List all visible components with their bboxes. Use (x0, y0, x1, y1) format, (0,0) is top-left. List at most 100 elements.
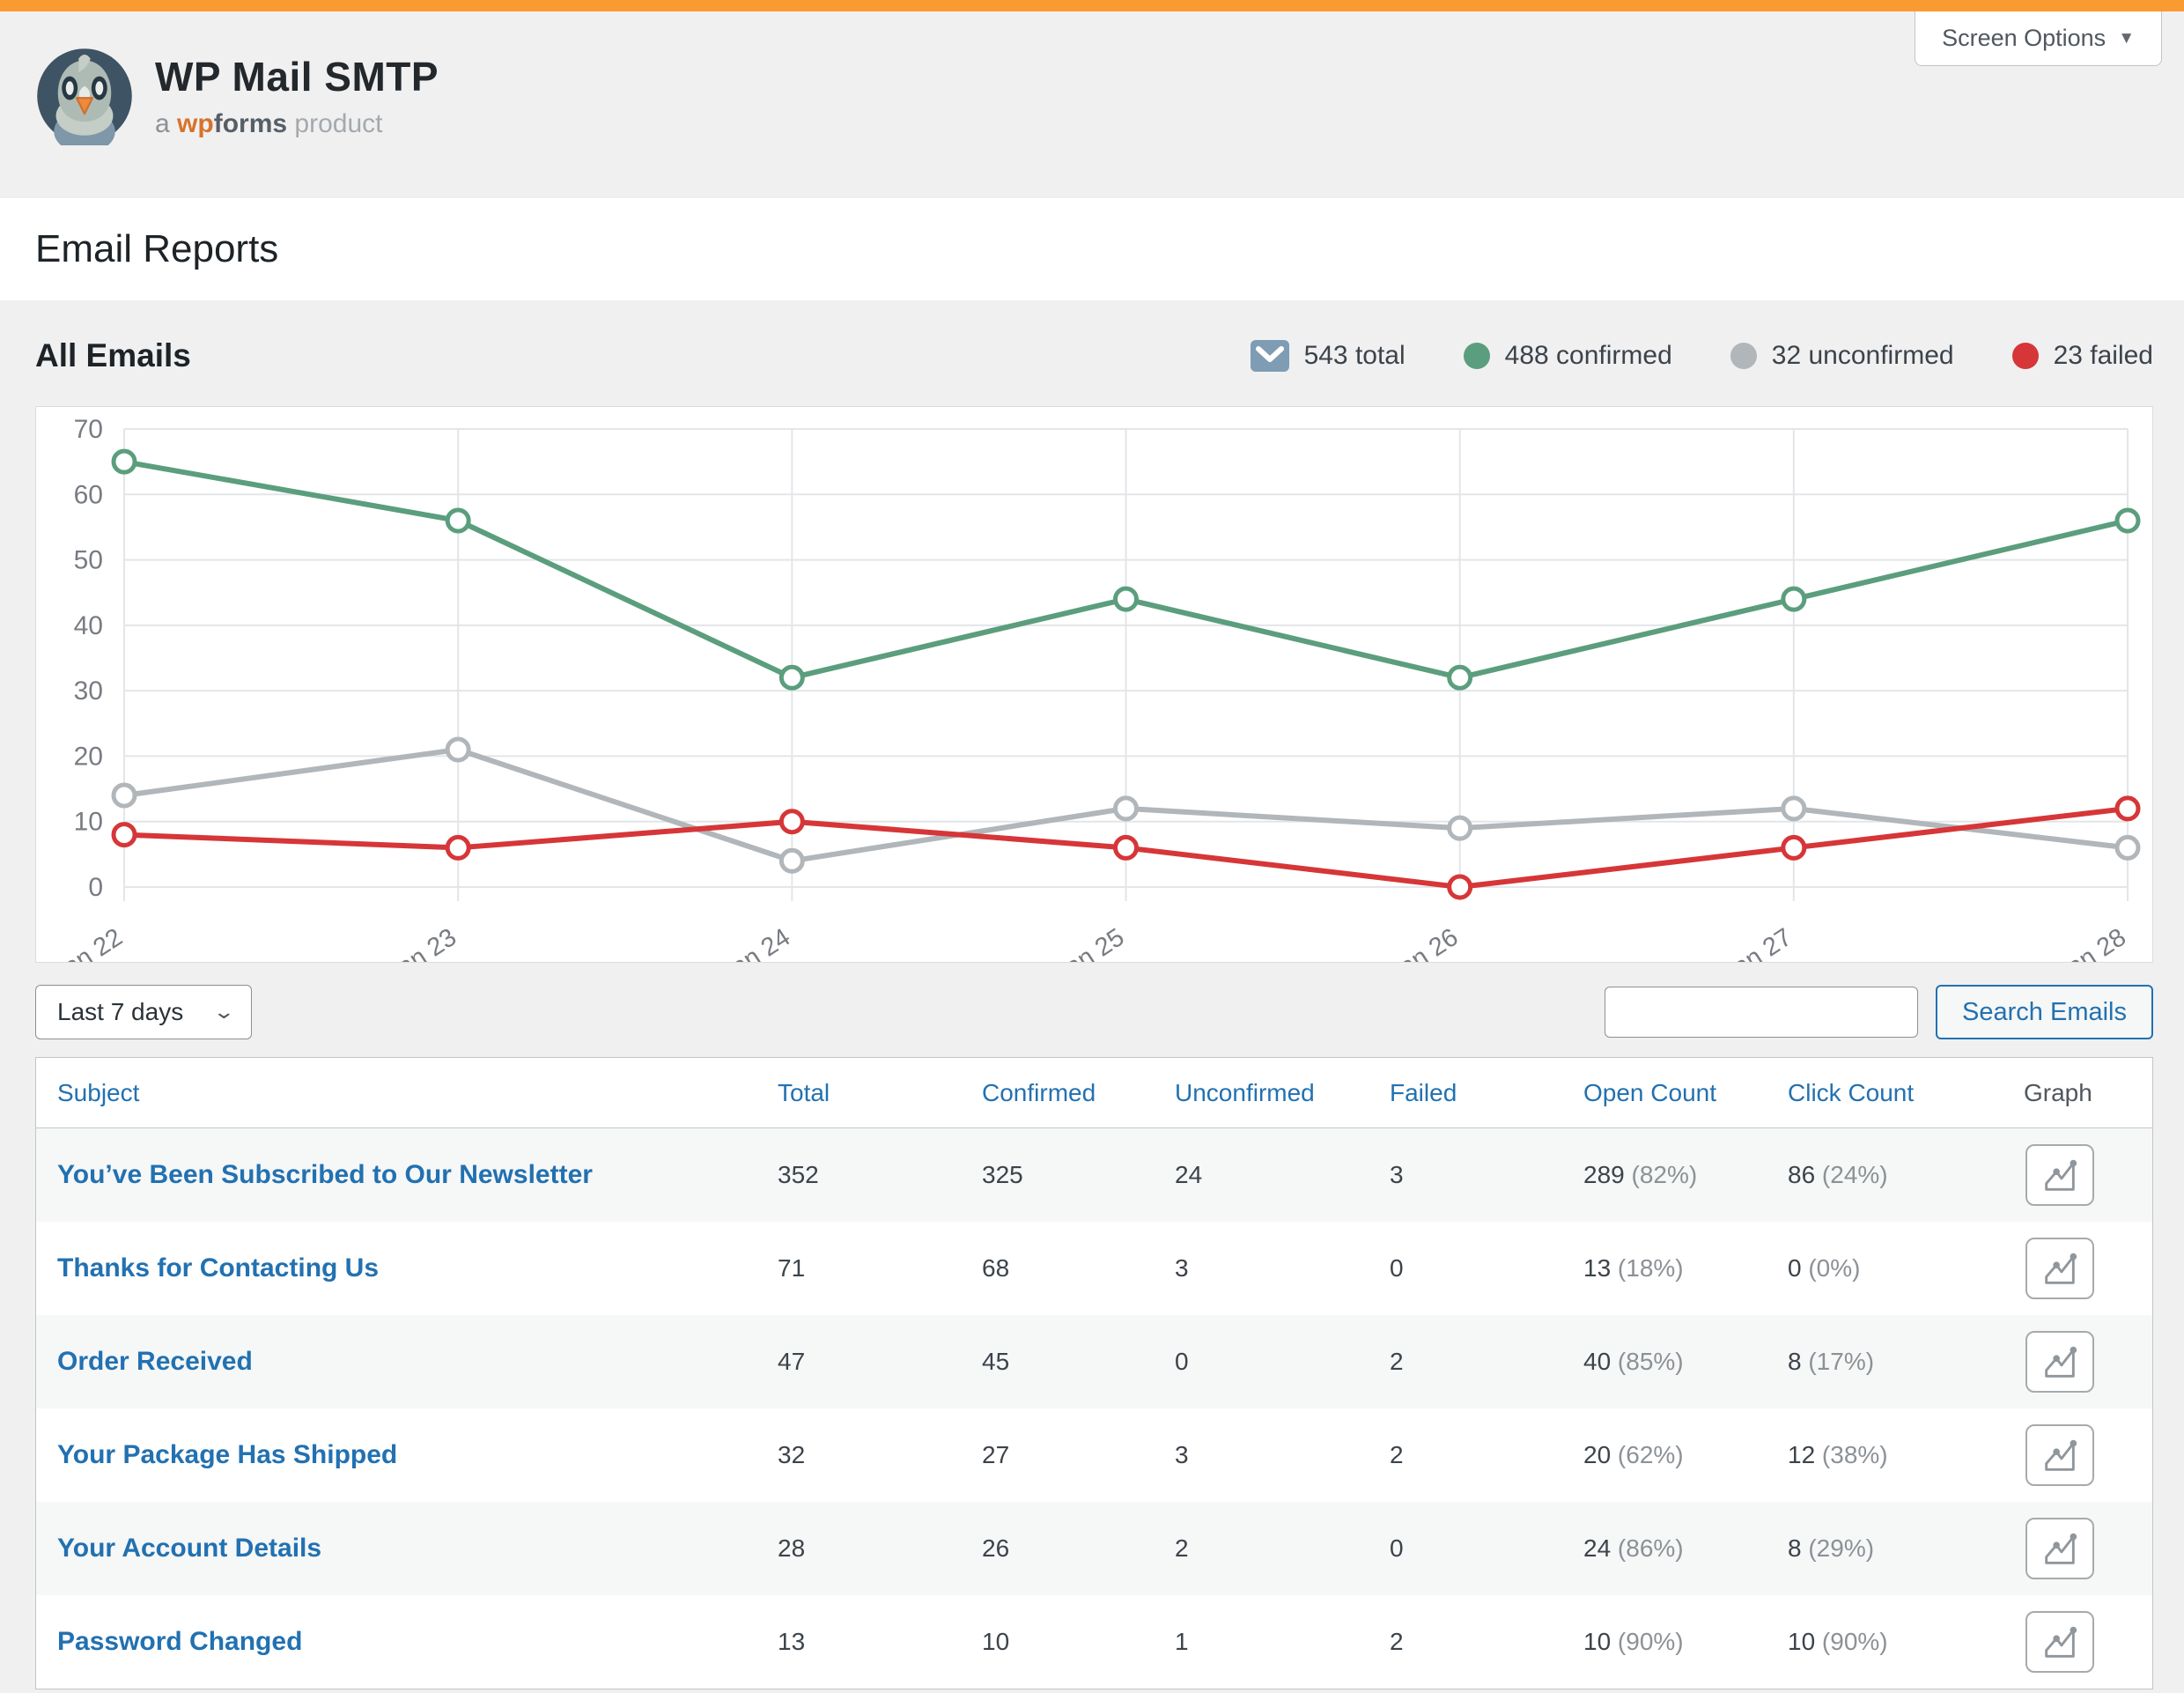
click-count-cell-percent: (17%) (1802, 1348, 1874, 1375)
failed-cell: 2 (1390, 1348, 1583, 1376)
email-subject-link[interactable]: Order Received (57, 1347, 253, 1376)
failed-cell: 0 (1390, 1534, 1583, 1563)
open-count-cell-value: 13 (1583, 1254, 1611, 1282)
total-cell: 352 (778, 1161, 982, 1189)
open-count-cell: 40 (85%) (1583, 1348, 1788, 1376)
svg-text:0: 0 (88, 873, 103, 902)
legend-item: 488 confirmed (1464, 341, 1672, 371)
click-count-cell: 8 (17%) (1788, 1348, 2024, 1376)
email-subject-link[interactable]: Your Account Details (57, 1534, 321, 1563)
search-emails-button[interactable]: Search Emails (1936, 985, 2153, 1039)
open-count-cell-value: 24 (1583, 1534, 1611, 1562)
open-count-cell: 289 (82%) (1583, 1161, 1788, 1189)
click-count-cell: 86 (24%) (1788, 1161, 2024, 1189)
open-count-cell: 24 (86%) (1583, 1534, 1788, 1563)
table-header-row: SubjectTotalConfirmedUnconfirmedFailedOp… (36, 1058, 2152, 1128)
search-emails-input[interactable] (1605, 987, 1918, 1038)
email-subject-link[interactable]: Thanks for Contacting Us (57, 1253, 379, 1283)
graph-cell (2024, 1611, 2152, 1673)
click-count-cell-value: 12 (1788, 1441, 1815, 1468)
legend-item: 32 unconfirmed (1730, 341, 1954, 371)
svg-text:70: 70 (74, 415, 103, 444)
failed-cell: 2 (1390, 1441, 1583, 1469)
svg-text:60: 60 (74, 480, 103, 509)
column-header-graph: Graph (2024, 1079, 2152, 1107)
total-cell: 28 (778, 1534, 982, 1563)
mini-chart-icon (2040, 1435, 2080, 1475)
column-header-subject[interactable]: Subject (57, 1079, 778, 1107)
subtitle-product: product (287, 109, 382, 138)
subject-cell: Your Package Has Shipped (57, 1440, 778, 1470)
graph-button[interactable] (2025, 1518, 2094, 1579)
confirmed-cell: 27 (982, 1441, 1175, 1469)
date-range-select[interactable]: Last 7 days ⌄ (35, 985, 252, 1039)
legend-label: 23 failed (2054, 341, 2153, 371)
subject-cell: Your Account Details (57, 1534, 778, 1564)
wp-mail-smtp-logo (35, 47, 134, 145)
mini-chart-icon (2040, 1342, 2080, 1382)
click-count-cell: 10 (90%) (1788, 1628, 2024, 1656)
column-header-confirmed[interactable]: Confirmed (982, 1079, 1175, 1107)
screen-options-button[interactable]: Screen Options ▼ (1915, 11, 2162, 66)
legend-item: 23 failed (2012, 341, 2153, 371)
open-count-cell: 20 (62%) (1583, 1441, 1788, 1469)
open-count-cell-value: 289 (1583, 1161, 1625, 1188)
column-header-open-count[interactable]: Open Count (1583, 1079, 1788, 1107)
chevron-down-icon: ⌄ (212, 1001, 235, 1024)
unconfirmed-cell: 3 (1175, 1441, 1390, 1469)
click-count-cell-percent: (29%) (1802, 1534, 1874, 1562)
dot-icon (1464, 343, 1490, 369)
mini-chart-icon (2040, 1155, 2080, 1195)
column-header-unconfirmed[interactable]: Unconfirmed (1175, 1079, 1390, 1107)
emails-line-chart: 010203040506070Jan 22Jan 23Jan 24Jan 25J… (36, 407, 2152, 962)
column-header-failed[interactable]: Failed (1390, 1079, 1583, 1107)
svg-text:50: 50 (74, 546, 103, 575)
graph-cell (2024, 1238, 2152, 1299)
click-count-cell: 8 (29%) (1788, 1534, 2024, 1563)
click-count-cell-percent: (0%) (1802, 1254, 1861, 1282)
column-header-total[interactable]: Total (778, 1079, 982, 1107)
column-header-click-count[interactable]: Click Count (1788, 1079, 2024, 1107)
graph-cell (2024, 1331, 2152, 1393)
confirmed-cell: 10 (982, 1628, 1175, 1656)
total-cell: 13 (778, 1628, 982, 1656)
svg-text:20: 20 (74, 742, 103, 771)
open-count-cell-value: 10 (1583, 1628, 1611, 1655)
table-row: Order Received47450240 (85%)8 (17%) (36, 1315, 2152, 1408)
failed-cell: 0 (1390, 1254, 1583, 1283)
graph-button[interactable] (2025, 1238, 2094, 1299)
click-count-cell: 0 (0%) (1788, 1254, 2024, 1283)
subject-cell: Thanks for Contacting Us (57, 1253, 778, 1283)
chart-legend: 543 total 488 confirmed 32 unconfirmed 23 f… (1251, 340, 2153, 372)
unconfirmed-cell: 24 (1175, 1161, 1390, 1189)
svg-text:10: 10 (74, 808, 103, 837)
graph-button[interactable] (2025, 1424, 2094, 1486)
table-row: Thanks for Contacting Us71683013 (18%)0 … (36, 1222, 2152, 1315)
confirmed-cell: 68 (982, 1254, 1175, 1283)
click-count-cell-percent: (38%) (1815, 1441, 1887, 1468)
graph-button[interactable] (2025, 1144, 2094, 1206)
date-range-value: Last 7 days (57, 998, 183, 1026)
click-count-cell-value: 86 (1788, 1161, 1815, 1188)
total-cell: 32 (778, 1441, 982, 1469)
graph-button[interactable] (2025, 1331, 2094, 1393)
open-count-cell-percent: (90%) (1611, 1628, 1683, 1655)
graph-cell (2024, 1518, 2152, 1579)
mini-chart-icon (2040, 1528, 2080, 1569)
open-count-cell-percent: (86%) (1611, 1534, 1683, 1562)
email-subject-link[interactable]: Password Changed (57, 1627, 302, 1656)
plugin-header: WP Mail SMTP a wpforms product Screen Op… (0, 11, 2184, 198)
subtitle-forms: forms (214, 109, 287, 138)
screen-options-label: Screen Options (1942, 25, 2106, 52)
brand-text: WP Mail SMTP a wpforms product (155, 53, 439, 139)
confirmed-cell: 325 (982, 1161, 1175, 1189)
email-subject-link[interactable]: You’ve Been Subscribed to Our Newsletter (57, 1160, 593, 1189)
email-subject-link[interactable]: Your Package Has Shipped (57, 1440, 397, 1469)
open-count-cell-percent: (62%) (1611, 1441, 1683, 1468)
graph-button[interactable] (2025, 1611, 2094, 1673)
svg-text:Jan 27: Jan 27 (1717, 923, 1797, 962)
legend-item: 543 total (1251, 340, 1406, 372)
click-count-cell-percent: (90%) (1815, 1628, 1887, 1655)
section-title: All Emails (35, 337, 191, 374)
top-accent-bar (0, 0, 2184, 11)
